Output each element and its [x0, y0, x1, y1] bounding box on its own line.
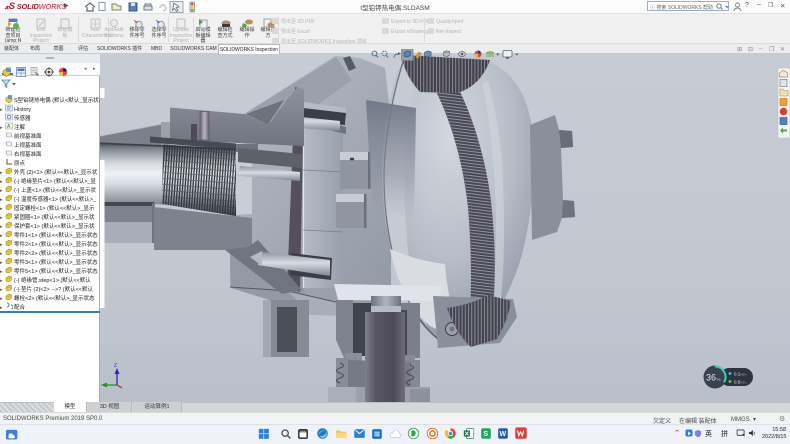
svg-text:0.5KB/s: 0.5KB/s: [734, 380, 747, 385]
svg-text:W: W: [499, 431, 506, 438]
svg-text:%: %: [717, 377, 721, 382]
svg-text:36: 36: [706, 373, 716, 383]
svg-text:Z: Z: [114, 363, 117, 369]
svg-text:S: S: [483, 431, 488, 438]
svg-text:0.1KB/s: 0.1KB/s: [734, 372, 747, 377]
